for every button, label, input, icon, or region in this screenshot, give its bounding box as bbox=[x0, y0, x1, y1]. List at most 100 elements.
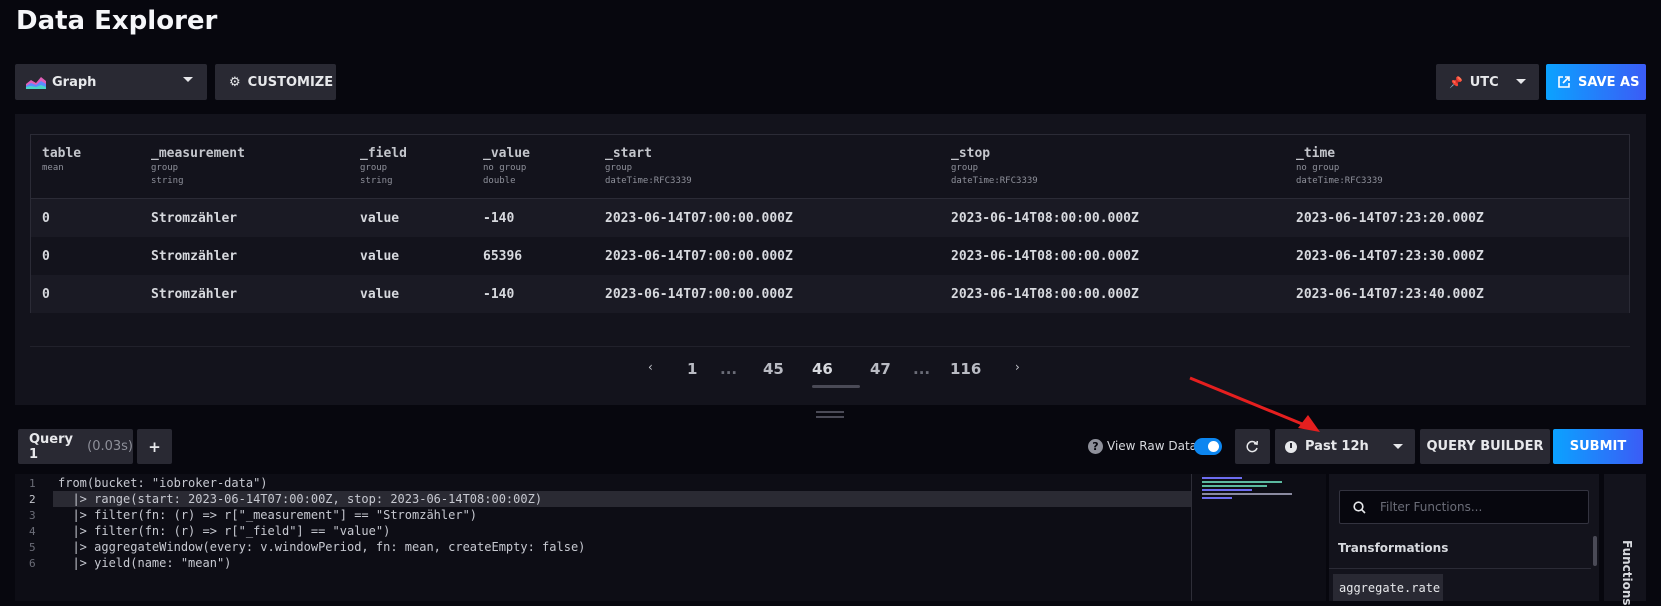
view-raw-data-toggle[interactable] bbox=[1194, 438, 1222, 455]
resize-handle[interactable] bbox=[816, 411, 844, 413]
transformations-heading: Transformations bbox=[1338, 541, 1449, 555]
code-line: from(bucket: "iobroker-data") bbox=[58, 476, 268, 490]
functions-tab-label: Functions bbox=[1620, 540, 1634, 606]
plus-icon: + bbox=[148, 437, 161, 456]
table-cell: 0 bbox=[42, 287, 50, 302]
minimap-line bbox=[1202, 493, 1292, 495]
column-header[interactable]: table mean bbox=[42, 146, 81, 176]
minimap-line bbox=[1202, 497, 1232, 499]
functions-panel: Filter Functions... Transformations aggr… bbox=[1329, 474, 1599, 601]
column-header[interactable]: _start group dateTime:RFC3339 bbox=[605, 146, 692, 187]
save-as-label: SAVE AS bbox=[1578, 74, 1640, 90]
refresh-icon bbox=[1246, 440, 1259, 453]
line-number: 6 bbox=[29, 557, 36, 570]
pin-icon: 📌 bbox=[1449, 75, 1463, 89]
page-link-current[interactable]: 46 bbox=[812, 360, 833, 378]
view-raw-data-label: View Raw Data bbox=[1107, 439, 1197, 453]
chevron-down-icon bbox=[1516, 79, 1526, 84]
minimap-line bbox=[1202, 485, 1267, 487]
toggle-knob bbox=[1208, 441, 1219, 452]
page-link[interactable]: 45 bbox=[763, 360, 784, 378]
code-line: |> range(start: 2023-06-14T07:00:00Z, st… bbox=[58, 492, 543, 506]
gear-icon: ⚙ bbox=[229, 74, 241, 90]
table-row: 0 Stromzähler value 65396 2023-06-14T07:… bbox=[31, 237, 1629, 275]
table-cell: 2023-06-14T08:00:00.000Z bbox=[951, 249, 1139, 264]
table-cell: value bbox=[360, 249, 400, 264]
line-number: 1 bbox=[29, 477, 36, 490]
table-cell: 2023-06-14T07:00:00.000Z bbox=[605, 249, 793, 264]
table-row: 0 Stromzähler value -140 2023-06-14T07:0… bbox=[31, 199, 1629, 237]
chevron-down-icon bbox=[183, 77, 193, 82]
minimap-line bbox=[1202, 489, 1252, 491]
query-builder-label: QUERY BUILDER bbox=[1426, 439, 1544, 454]
table-cell: 2023-06-14T07:23:30.000Z bbox=[1296, 249, 1484, 264]
editor-minimap[interactable] bbox=[1191, 474, 1324, 601]
timezone-label: UTC bbox=[1469, 74, 1499, 90]
next-page-icon[interactable]: › bbox=[1015, 360, 1020, 374]
table-header: table mean _measurement group string _fi… bbox=[31, 135, 1629, 199]
chevron-down-icon bbox=[1393, 444, 1403, 449]
functions-scrollbar[interactable] bbox=[1593, 536, 1597, 566]
column-header[interactable]: _time no group dateTime:RFC3339 bbox=[1296, 146, 1383, 187]
column-header[interactable]: _field group string bbox=[360, 146, 407, 187]
divider bbox=[1329, 568, 1591, 569]
table-cell: -140 bbox=[483, 287, 515, 302]
line-number: 2 bbox=[29, 493, 36, 506]
column-header[interactable]: _measurement group string bbox=[151, 146, 245, 187]
time-range-label: Past 12h bbox=[1305, 439, 1369, 454]
filter-functions-placeholder: Filter Functions... bbox=[1380, 500, 1483, 514]
current-page-indicator bbox=[812, 385, 860, 388]
query-tab[interactable]: Query 1 (0.03s) bbox=[18, 429, 133, 464]
table-cell: value bbox=[360, 211, 400, 226]
page-link[interactable]: 47 bbox=[870, 360, 891, 378]
column-header[interactable]: _value no group double bbox=[483, 146, 530, 187]
external-link-icon bbox=[1558, 76, 1570, 88]
page-ellipsis: ... bbox=[720, 360, 738, 378]
page-link[interactable]: 116 bbox=[950, 360, 981, 378]
function-item[interactable]: aggregate.rate bbox=[1333, 574, 1443, 601]
help-icon[interactable]: ? bbox=[1088, 439, 1103, 454]
view-type-dropdown[interactable]: Graph bbox=[15, 64, 207, 100]
table-cell: Stromzähler bbox=[151, 211, 238, 226]
query-tab-time: (0.03s) bbox=[87, 439, 133, 454]
code-line: |> yield(name: "mean") bbox=[58, 556, 232, 570]
table-cell: 2023-06-14T08:00:00.000Z bbox=[951, 211, 1139, 226]
query-editor[interactable]: 1 2 3 4 5 6 from(bucket: "iobroker-data"… bbox=[15, 474, 1326, 601]
query-builder-button[interactable]: QUERY BUILDER bbox=[1420, 429, 1550, 464]
table-row: 0 Stromzähler value -140 2023-06-14T07:0… bbox=[31, 275, 1629, 313]
search-icon bbox=[1353, 501, 1366, 514]
submit-label: SUBMIT bbox=[1569, 439, 1627, 454]
minimap-line bbox=[1202, 477, 1242, 479]
resize-handle[interactable] bbox=[816, 416, 844, 418]
table-cell: 2023-06-14T08:00:00.000Z bbox=[951, 287, 1139, 302]
view-type-label: Graph bbox=[52, 74, 97, 90]
line-number: 3 bbox=[29, 509, 36, 522]
table-cell: 2023-06-14T07:00:00.000Z bbox=[605, 211, 793, 226]
table-cell: -140 bbox=[483, 211, 515, 226]
previous-page-icon[interactable]: ‹ bbox=[648, 360, 653, 374]
results-table: table mean _measurement group string _fi… bbox=[30, 134, 1630, 313]
table-cell: 2023-06-14T07:23:40.000Z bbox=[1296, 287, 1484, 302]
timezone-dropdown[interactable]: 📌 UTC bbox=[1436, 64, 1539, 100]
customize-button[interactable]: ⚙ CUSTOMIZE bbox=[215, 64, 336, 100]
line-number: 5 bbox=[29, 541, 36, 554]
functions-sidebar-tab[interactable]: Functions bbox=[1604, 474, 1646, 606]
line-number: 4 bbox=[29, 525, 36, 538]
submit-button[interactable]: SUBMIT bbox=[1553, 429, 1643, 464]
column-header[interactable]: _stop group dateTime:RFC3339 bbox=[951, 146, 1038, 187]
query-tab-label: Query 1 bbox=[29, 431, 74, 462]
table-cell: Stromzähler bbox=[151, 287, 238, 302]
code-line: |> aggregateWindow(every: v.windowPeriod… bbox=[58, 540, 586, 554]
table-cell: 0 bbox=[42, 211, 50, 226]
add-query-button[interactable]: + bbox=[137, 429, 172, 464]
divider bbox=[30, 346, 1630, 347]
graph-icon bbox=[26, 77, 46, 89]
page-ellipsis: ... bbox=[913, 360, 931, 378]
save-as-button[interactable]: SAVE AS bbox=[1546, 64, 1646, 100]
table-cell: value bbox=[360, 287, 400, 302]
page-link[interactable]: 1 bbox=[687, 360, 697, 378]
table-cell: 65396 bbox=[483, 249, 523, 264]
filter-functions-input[interactable]: Filter Functions... bbox=[1339, 490, 1589, 524]
customize-label: CUSTOMIZE bbox=[247, 74, 334, 90]
table-cell: 0 bbox=[42, 249, 50, 264]
